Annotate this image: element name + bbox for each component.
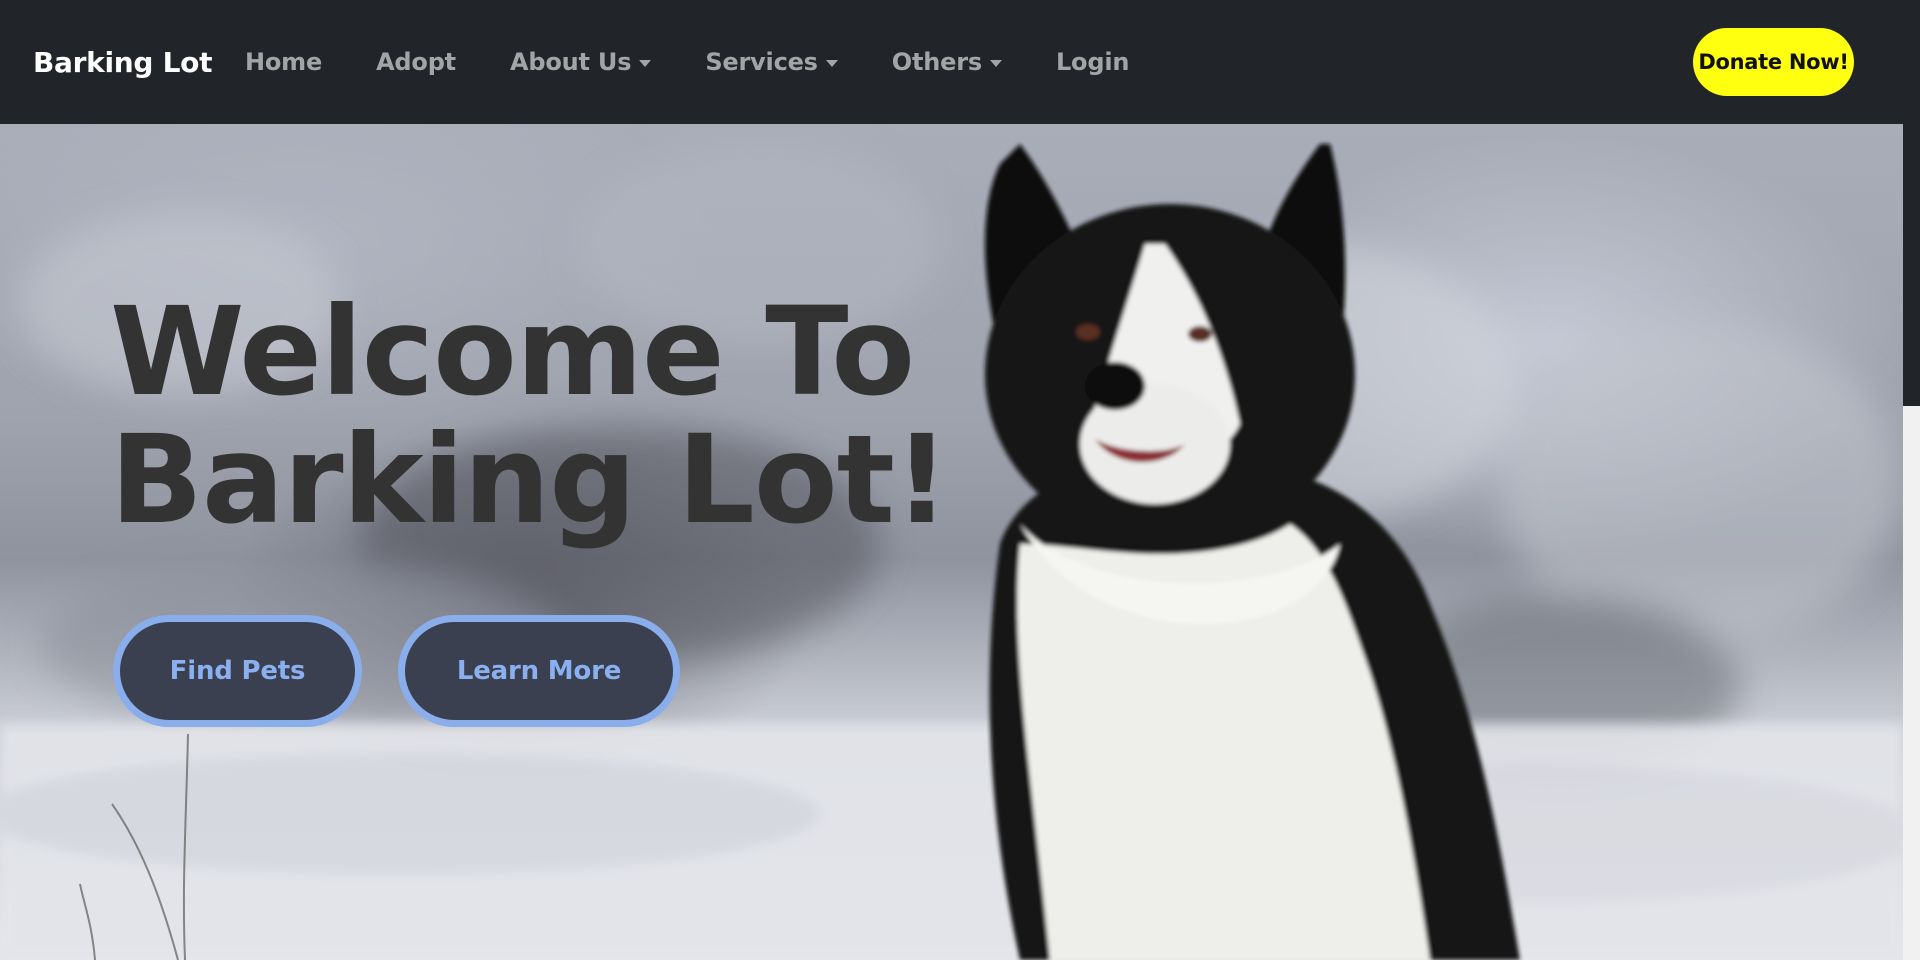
hero-heading-line2: Barking Lot! xyxy=(110,409,950,551)
hero-section: Welcome To Barking Lot! Find Pets Learn … xyxy=(0,124,1903,960)
nav-link-label: About Us xyxy=(509,48,632,76)
top-navbar: Barking Lot Home Adopt About Us Services… xyxy=(0,0,1903,124)
nav-link-adopt[interactable]: Adopt xyxy=(376,48,456,76)
page-scrollbar[interactable] xyxy=(1903,0,1920,960)
nav-link-login[interactable]: Login xyxy=(1056,48,1129,76)
caret-down-icon xyxy=(989,59,1002,67)
nav-link-home[interactable]: Home xyxy=(245,48,322,76)
nav-link-label: Services xyxy=(705,48,818,76)
nav-dropdown-others[interactable]: Others xyxy=(892,48,1002,76)
nav-link-label: Others xyxy=(891,48,982,76)
hero-heading-line1: Welcome To xyxy=(110,281,915,423)
find-pets-button[interactable]: Find Pets xyxy=(113,615,362,727)
nav-link-label: Adopt xyxy=(376,48,456,76)
caret-down-icon xyxy=(825,59,838,67)
nav-link-label: Login xyxy=(1055,48,1130,76)
donate-now-button[interactable]: Donate Now! xyxy=(1693,28,1854,96)
nav-links: Home Adopt About Us Services Others Logi… xyxy=(245,0,1183,124)
scrollbar-thumb[interactable] xyxy=(1903,0,1920,406)
dog-photo xyxy=(985,144,1520,960)
nav-dropdown-about-us[interactable]: About Us xyxy=(509,48,652,76)
nav-dropdown-services[interactable]: Services xyxy=(705,48,838,76)
brand-logo-link[interactable]: Barking Lot xyxy=(33,0,212,124)
learn-more-button[interactable]: Learn More xyxy=(398,615,680,727)
nav-link-label: Home xyxy=(245,48,323,76)
caret-down-icon xyxy=(639,59,652,67)
page: Barking Lot Home Adopt About Us Services… xyxy=(0,0,1903,960)
hero-heading: Welcome To Barking Lot! xyxy=(110,288,1010,544)
